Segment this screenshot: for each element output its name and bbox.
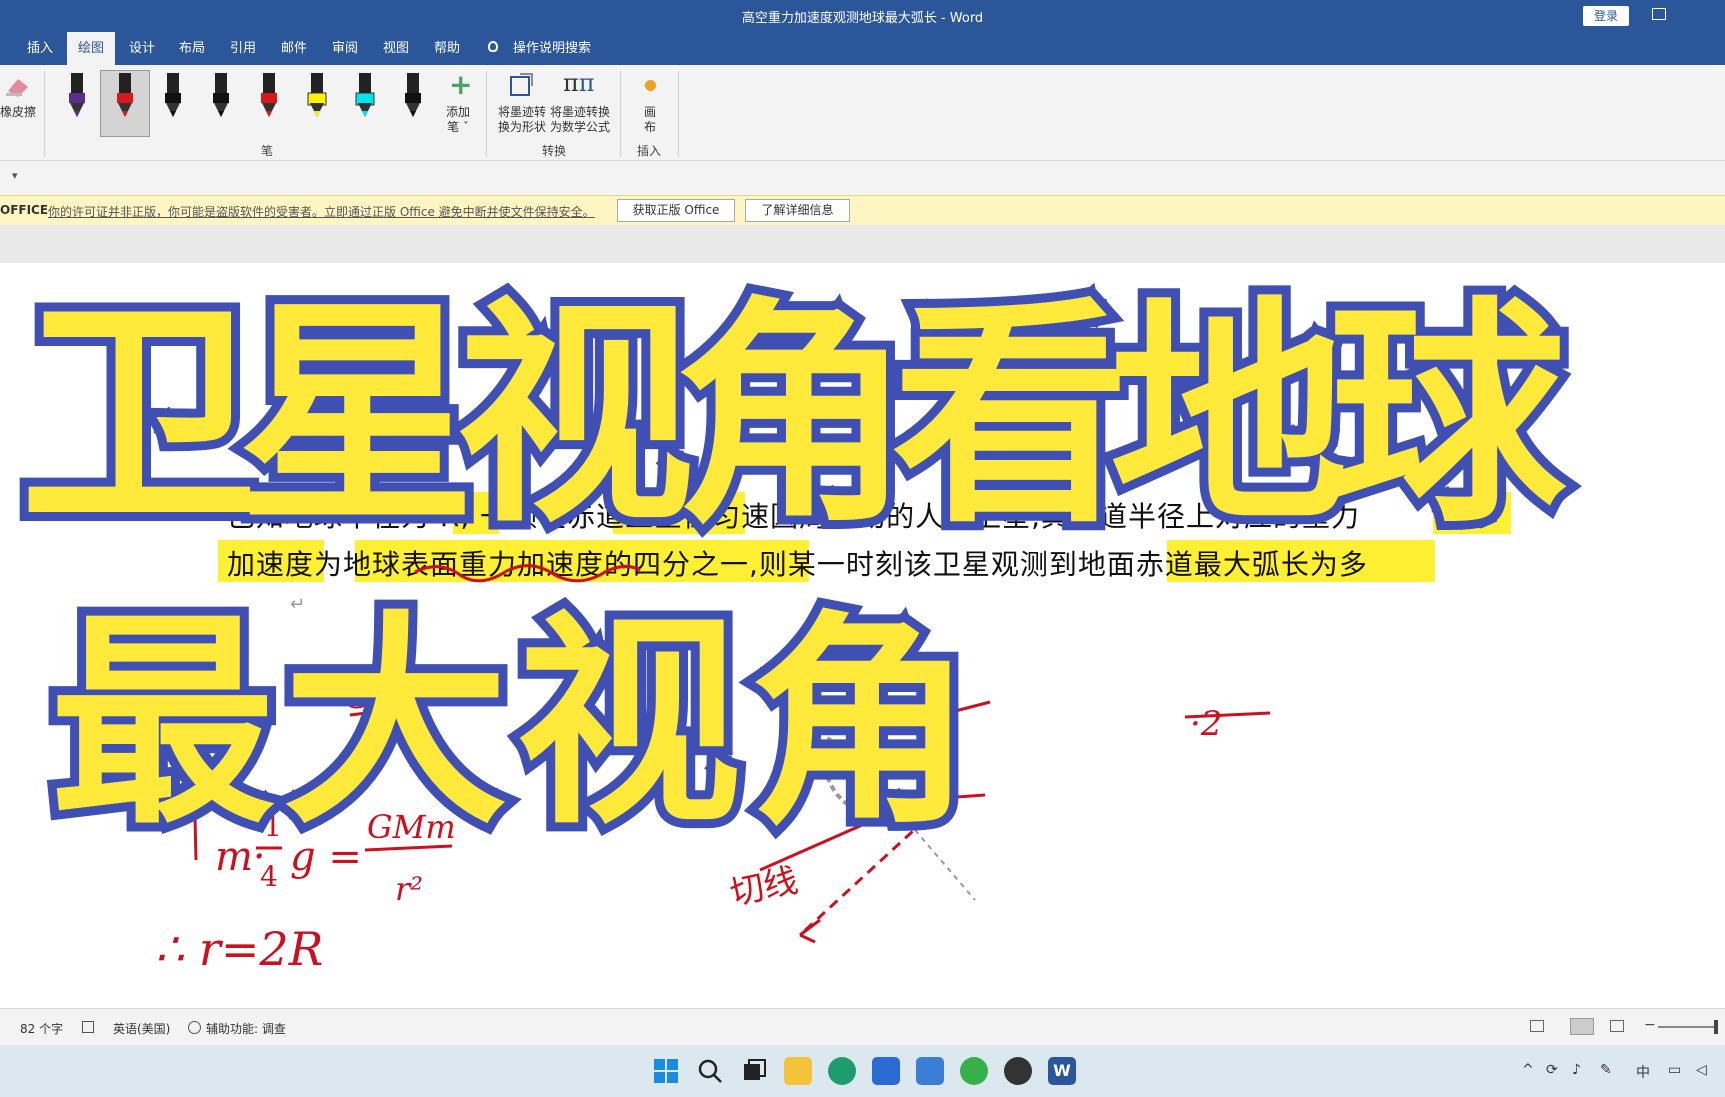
zoom-slider-thumb[interactable] xyxy=(1714,1020,1718,1034)
tray-overflow-icon[interactable]: ^ xyxy=(1522,1062,1534,1078)
overlay-title-2: 最大视角 xyxy=(41,584,983,864)
print-layout-icon[interactable] xyxy=(1570,1018,1594,1035)
task-view-icon[interactable] xyxy=(740,1057,768,1085)
ink-arrowhead xyxy=(799,918,821,944)
app-icon[interactable] xyxy=(916,1057,944,1085)
search-icon[interactable] xyxy=(696,1057,724,1085)
web-layout-icon[interactable] xyxy=(1610,1020,1624,1032)
taskbar: W ^ ⟳ ♪ ✎ 中 ▭ ◁ xyxy=(0,1045,1725,1097)
zoom-out-icon[interactable]: − xyxy=(1644,1017,1656,1033)
ime-indicator[interactable]: 中 xyxy=(1636,1062,1650,1082)
volume-icon[interactable]: ◁ xyxy=(1696,1062,1707,1078)
word-app-icon[interactable]: W xyxy=(1048,1057,1076,1085)
read-mode-icon[interactable] xyxy=(1530,1020,1544,1032)
ink-eq-rhs-bottom: r² xyxy=(395,870,423,908)
pen-tray-icon[interactable]: ✎ xyxy=(1600,1062,1612,1078)
sync-icon[interactable]: ⟳ xyxy=(1546,1062,1558,1078)
edge-browser-icon[interactable] xyxy=(828,1057,856,1085)
overlay-title-1: 卫星视角看地球 xyxy=(11,269,1575,564)
network-icon[interactable]: ▭ xyxy=(1668,1062,1681,1078)
accessibility-status[interactable]: 辅助功能: 调查 xyxy=(206,1020,286,1037)
store-icon[interactable] xyxy=(872,1057,900,1085)
file-explorer-icon[interactable] xyxy=(784,1057,812,1085)
zoom-slider[interactable] xyxy=(1658,1026,1718,1028)
recorder-icon[interactable] xyxy=(1004,1057,1032,1085)
ink-tangent-label: 切线 xyxy=(727,861,802,914)
status-bar: 82 个字 英语(美国) 辅助功能: 调查 − xyxy=(0,1008,1725,1046)
ink-result: ∴ r=2R xyxy=(155,922,323,976)
windows-start-icon[interactable] xyxy=(652,1057,680,1085)
accessibility-icon xyxy=(188,1021,201,1034)
proofing-icon[interactable] xyxy=(82,1021,94,1033)
browser-green-icon[interactable] xyxy=(960,1057,988,1085)
word-count[interactable]: 82 个字 xyxy=(20,1020,63,1037)
ink-partial-right: ·2 xyxy=(1190,704,1222,744)
language-indicator[interactable]: 英语(美国) xyxy=(113,1020,170,1037)
microphone-icon[interactable]: ♪ xyxy=(1572,1062,1581,1078)
